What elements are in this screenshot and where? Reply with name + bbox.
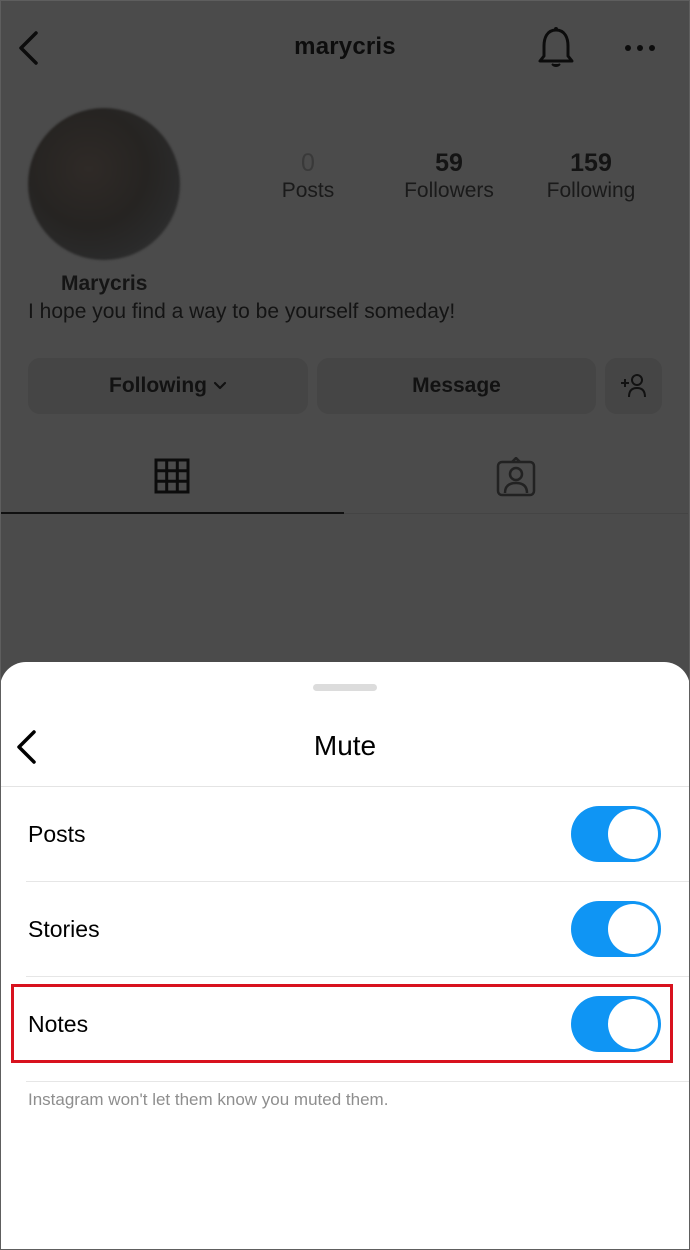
stat-value: 59: [435, 149, 463, 177]
message-button-label: Message: [412, 374, 501, 397]
top-bar: marycris: [0, 0, 690, 96]
divider: [26, 1081, 690, 1082]
stat-label: Followers: [404, 179, 494, 202]
stat-value: 159: [570, 149, 612, 177]
more-horizontal-icon[interactable]: [622, 36, 658, 60]
mute-footnote: Instagram won't let them know you muted …: [28, 1090, 389, 1109]
posts-toggle[interactable]: [571, 806, 661, 862]
toggle-knob: [608, 904, 658, 954]
profile-tabs: [0, 440, 690, 516]
stat-label: Following: [546, 179, 636, 202]
add-user-icon: [620, 374, 646, 398]
following-button[interactable]: Following: [28, 358, 308, 414]
sheet-drag-handle[interactable]: [313, 684, 377, 691]
toggle-knob: [608, 809, 658, 859]
profile-username: marycris: [294, 33, 396, 60]
option-label: Posts: [28, 821, 86, 847]
mute-option-stories: Stories: [0, 882, 690, 977]
tagged-icon: [496, 456, 536, 496]
bell-icon[interactable]: [536, 26, 576, 70]
avatar[interactable]: [28, 108, 180, 260]
stat-label: Posts: [281, 179, 335, 202]
tab-tagged[interactable]: [344, 440, 688, 514]
highlight-box: [11, 984, 673, 1063]
chevron-down-icon: [213, 381, 227, 390]
stat-followers[interactable]: 59 Followers: [379, 148, 519, 204]
option-label: Stories: [28, 916, 100, 942]
stat-value: 0: [301, 149, 315, 177]
mute-sheet: Mute Posts Stories Notes Instagram won't…: [0, 662, 690, 1250]
display-name: Marycris: [61, 272, 148, 295]
bio: I hope you find a way to be yourself som…: [28, 300, 456, 323]
stat-following[interactable]: 159 Following: [521, 148, 661, 204]
grid-icon: [154, 458, 190, 494]
mute-option-posts: Posts: [0, 787, 690, 882]
stat-posts[interactable]: 0 Posts: [238, 148, 378, 204]
tab-posts-grid[interactable]: [0, 440, 344, 514]
following-button-label: Following: [109, 374, 207, 397]
message-button[interactable]: Message: [317, 358, 596, 414]
add-user-button[interactable]: [605, 358, 662, 414]
stories-toggle[interactable]: [571, 901, 661, 957]
sheet-title: Mute: [313, 730, 377, 761]
